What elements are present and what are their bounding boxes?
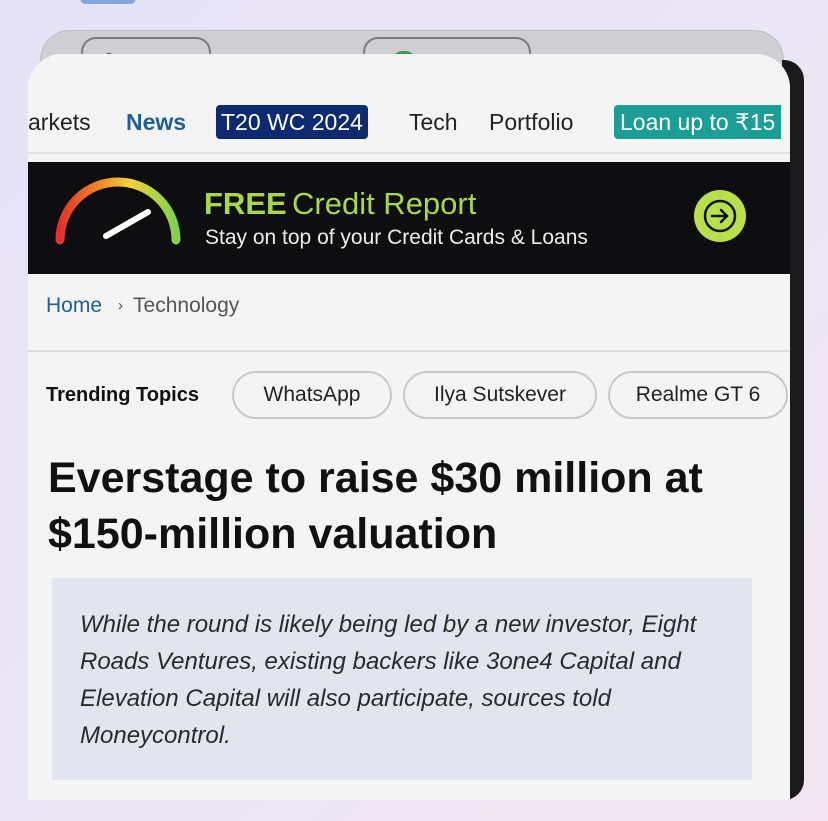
banner-free-label: FREE: [204, 186, 287, 221]
topic-chip-whatsapp[interactable]: WhatsApp: [232, 371, 392, 419]
page-card: arkets News T20 WC 2024 Tech Portfolio L…: [28, 54, 790, 800]
banner-subtitle: Stay on top of your Credit Cards & Loans: [205, 226, 588, 249]
top-pill: [80, 0, 136, 4]
breadcrumb-home[interactable]: Home: [46, 294, 102, 317]
nav-item-markets[interactable]: arkets: [28, 108, 91, 136]
arrow-right-icon: [703, 199, 737, 233]
breadcrumb-current[interactable]: Technology: [133, 294, 239, 317]
top-nav: arkets News T20 WC 2024 Tech Portfolio L…: [28, 54, 790, 154]
credit-report-banner[interactable]: FREE Credit Report Stay on top of your C…: [28, 162, 790, 274]
topic-chip-realme-gt-6[interactable]: Realme GT 6: [608, 371, 788, 419]
topic-chip-ilya-sutskever[interactable]: Ilya Sutskever: [403, 371, 597, 419]
nav-item-t20-wc-2024[interactable]: T20 WC 2024: [216, 105, 368, 139]
nav-item-tech[interactable]: Tech: [409, 108, 458, 136]
banner-title: Credit Report: [292, 186, 477, 221]
gauge-icon: [55, 177, 181, 245]
trending-topics-label: Trending Topics: [46, 384, 199, 406]
article-summary: While the round is likely being led by a…: [52, 578, 752, 780]
nav-item-loan[interactable]: Loan up to ₹15: [614, 105, 782, 139]
chevron-right-icon: ›: [118, 297, 124, 314]
banner-arrow-button[interactable]: [694, 190, 746, 242]
breadcrumb: Home › Technology: [46, 294, 239, 318]
divider: [28, 350, 790, 352]
article-headline: Everstage to raise $30 million at $150-m…: [48, 454, 703, 558]
nav-item-portfolio[interactable]: Portfolio: [489, 108, 573, 136]
nav-item-news[interactable]: News: [126, 108, 186, 136]
